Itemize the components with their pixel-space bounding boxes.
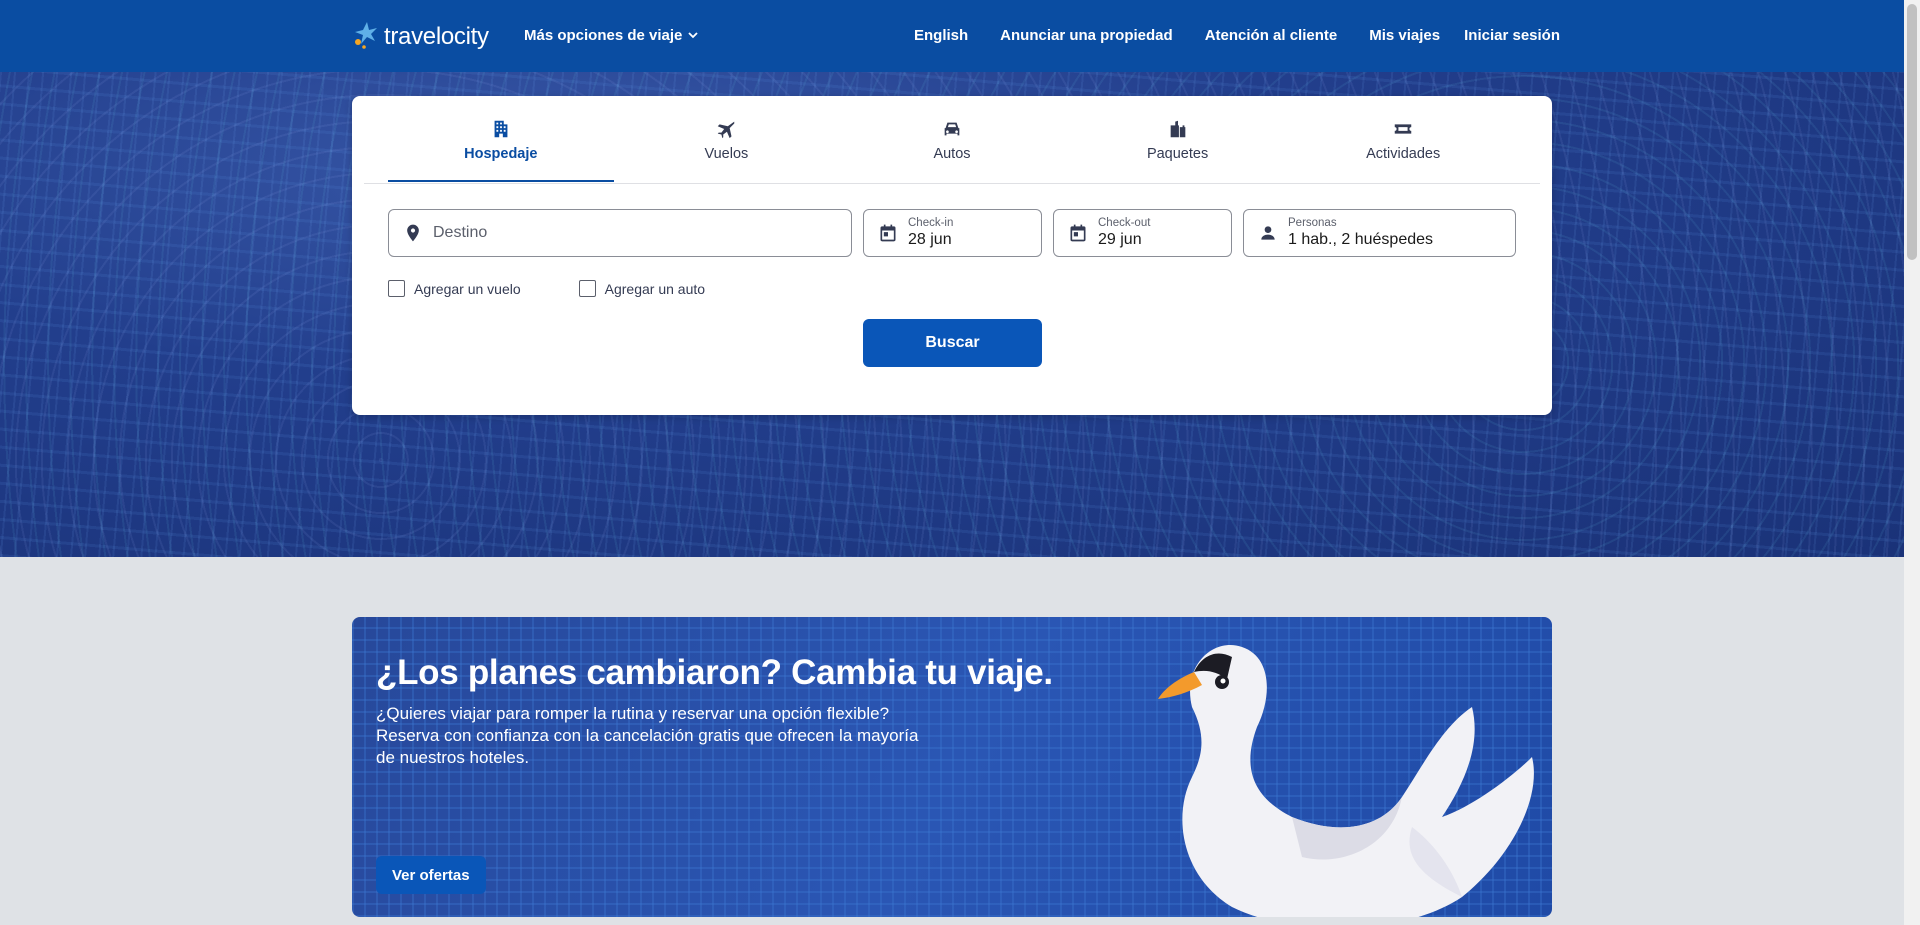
tabs-divider	[364, 183, 1540, 184]
tab-label: Autos	[933, 146, 971, 162]
tab-actividades[interactable]: Actividades	[1290, 118, 1516, 180]
nav-sign-in[interactable]: Iniciar sesión	[1464, 27, 1560, 44]
calendar-icon	[1070, 224, 1086, 242]
see-offers-button[interactable]: Ver ofertas	[376, 856, 486, 894]
search-card: Hospedaje Vuelos Autos Paquetes Activida…	[352, 96, 1552, 415]
building-icon	[494, 120, 508, 138]
add-flight-label: Agregar un vuelo	[414, 280, 521, 297]
destination-field[interactable]: Destino	[388, 209, 852, 257]
nav-list-property[interactable]: Anunciar una propiedad	[1000, 27, 1173, 44]
add-flight-checkbox[interactable]: Agregar un vuelo	[388, 280, 521, 297]
checkin-label: Check-in	[908, 217, 954, 229]
scrollbar-thumb[interactable]	[1907, 4, 1917, 260]
checkin-field[interactable]: Check-in 28 jun	[863, 209, 1042, 257]
header-nav: English Anunciar una propiedad Atención …	[914, 27, 1560, 44]
plane-icon	[718, 121, 735, 139]
chevron-down-icon	[688, 32, 699, 39]
more-options-label: Más opciones de viaje	[524, 27, 683, 44]
logo-text: travelocity	[384, 23, 489, 50]
location-pin-icon	[407, 224, 419, 242]
tab-hospedaje[interactable]: Hospedaje	[388, 118, 614, 182]
tab-vuelos[interactable]: Vuelos	[614, 118, 840, 180]
calendar-icon	[880, 224, 896, 242]
promo-text: ¿Quieres viajar para romper la rutina y …	[376, 704, 919, 767]
nav-customer-support[interactable]: Atención al cliente	[1205, 27, 1338, 44]
more-travel-options-menu[interactable]: Más opciones de viaje	[524, 27, 699, 44]
promo-title: ¿Los planes cambiaron? Cambia tu viaje.	[376, 653, 1053, 692]
search-button[interactable]: Buscar	[863, 319, 1042, 367]
destination-placeholder: Destino	[433, 224, 488, 241]
guests-value: 1 hab., 2 huéspedes	[1288, 231, 1434, 248]
checkout-field[interactable]: Check-out 29 jun	[1053, 209, 1232, 257]
top-header: travelocity Más opciones de viaje Englis…	[0, 0, 1904, 72]
guests-label: Personas	[1288, 217, 1337, 229]
travelocity-logo[interactable]: travelocity	[352, 20, 489, 52]
checkout-value: 29 jun	[1098, 231, 1142, 248]
checkbox-box[interactable]	[578, 280, 596, 297]
tab-label: Vuelos	[704, 146, 749, 162]
add-car-label: Agregar un auto	[604, 280, 706, 297]
tab-paquetes[interactable]: Paquetes	[1065, 118, 1291, 180]
promo-banner: ¿Los planes cambiaron? Cambia tu viaje. …	[352, 617, 1552, 917]
person-icon	[1261, 226, 1275, 240]
nav-language[interactable]: English	[914, 27, 968, 44]
checkout-label: Check-out	[1098, 217, 1151, 229]
add-car-checkbox[interactable]: Agregar un auto	[578, 280, 706, 297]
search-tabs: Hospedaje Vuelos Autos Paquetes Activida…	[388, 118, 1516, 182]
tab-label: Actividades	[1366, 146, 1441, 162]
tab-label: Paquetes	[1146, 146, 1209, 162]
swan-float-image	[1158, 645, 1534, 917]
nav-my-trips[interactable]: Mis viajes	[1369, 27, 1440, 44]
checkin-value: 28 jun	[908, 231, 952, 248]
luggage-icon	[1170, 120, 1185, 138]
tab-label: Hospedaje	[464, 146, 538, 162]
tab-autos[interactable]: Autos	[839, 118, 1065, 180]
checkbox-box[interactable]	[388, 280, 405, 297]
ticket-icon	[1394, 124, 1412, 134]
logo-star-icon	[355, 22, 377, 49]
car-icon	[944, 122, 960, 136]
page-scrollbar[interactable]	[1904, 0, 1920, 925]
guests-field[interactable]: Personas 1 hab., 2 huéspedes	[1243, 209, 1516, 257]
add-ons: Agregar un vuelo Agregar un auto	[388, 280, 705, 297]
